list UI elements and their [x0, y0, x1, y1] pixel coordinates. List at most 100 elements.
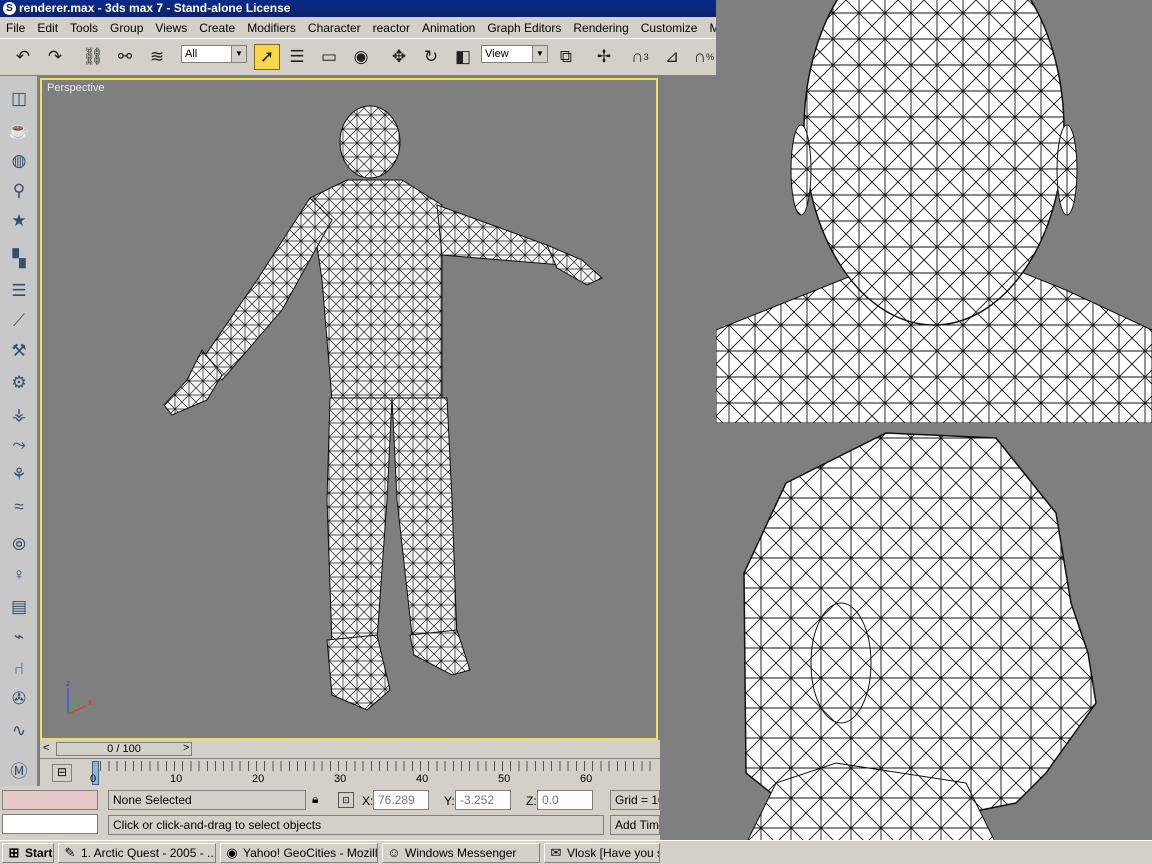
reference-coordinate-dropdown[interactable]: View ▼: [481, 45, 548, 63]
wrench-icon[interactable]: ⚒: [6, 338, 32, 364]
menu-rendering[interactable]: Rendering: [567, 21, 634, 35]
gear-icon[interactable]: ⚙: [6, 370, 32, 396]
y-label: Y:: [444, 794, 455, 808]
taskbar-item-geocities[interactable]: ◉ Yahoo! GeoCities - Mozill...: [220, 843, 378, 863]
manipulate-icon[interactable]: ✢: [591, 44, 617, 70]
camera-icon[interactable]: ⌁: [6, 624, 32, 650]
scale-icon[interactable]: ◧: [450, 44, 476, 70]
fan-icon[interactable]: ✇: [6, 686, 32, 712]
taskbar-item-arctic-quest[interactable]: ✎ 1. Arctic Quest - 2005 - ...: [58, 843, 216, 863]
tick-label: 60: [580, 773, 593, 785]
prompt-line: Click or click-and-drag to select object…: [108, 815, 604, 835]
particle-icon[interactable]: ⚘: [6, 462, 32, 488]
rotate-icon[interactable]: ↻: [418, 44, 444, 70]
messenger-icon: ☺: [387, 845, 401, 860]
objects-icon[interactable]: ◫: [6, 86, 32, 112]
main-toolbar: ↶ ↷ ⛓ ⚯ ≋ All ▼ ➚ ☰ ▭ ◉ ✥ ↻ ◧ View ▼ ⧉ ✢ ∩…: [0, 38, 716, 76]
checker-icon[interactable]: ▚: [6, 246, 32, 272]
maxscript-listener-pink[interactable]: [2, 790, 98, 810]
time-slider[interactable]: < 0 / 100 >: [40, 740, 660, 758]
menu-create[interactable]: Create: [193, 21, 241, 35]
menu-maxscript[interactable]: MAXScript: [703, 21, 716, 35]
menu-modifiers[interactable]: Modifiers: [241, 21, 302, 35]
maxscript-listener-white[interactable]: [2, 814, 98, 834]
window-crossing-icon[interactable]: ◉: [348, 44, 374, 70]
add-time-tag-button[interactable]: Add Time: [610, 815, 660, 835]
select-object-icon[interactable]: ➚: [254, 44, 280, 70]
track-ticks: [92, 761, 658, 771]
light-icon[interactable]: ⚲: [6, 178, 32, 204]
time-next-button[interactable]: >: [183, 742, 189, 754]
move-icon[interactable]: ✥: [386, 44, 412, 70]
status-bar: None Selected 🔒︎ ⊡ X: 76.289 Y: -3.252 Z…: [0, 786, 660, 840]
redo-icon[interactable]: ↷: [42, 44, 68, 70]
title-bar[interactable]: Srenderer.max - 3ds max 7 - Stand-alone …: [0, 0, 716, 17]
tick-label: 0: [90, 773, 97, 785]
snap-toggle-icon[interactable]: ∩ 3: [627, 44, 653, 70]
select-and-link-icon[interactable]: ⛓: [80, 44, 106, 70]
undo-icon[interactable]: ↶: [10, 44, 36, 70]
menu-graph-editors[interactable]: Graph Editors: [481, 21, 567, 35]
time-slider-handle[interactable]: 0 / 100: [56, 742, 192, 756]
menu-customize[interactable]: Customize: [635, 21, 704, 35]
menu-tools[interactable]: Tools: [64, 21, 104, 35]
unlink-icon[interactable]: ⚯: [112, 44, 138, 70]
star-icon[interactable]: ★: [6, 208, 32, 234]
menu-views[interactable]: Views: [149, 21, 193, 35]
select-by-name-icon[interactable]: ☰: [284, 44, 310, 70]
angle-snap-icon[interactable]: ⊿: [659, 44, 685, 70]
biped-icon[interactable]: ♀: [6, 562, 32, 588]
z-coordinate-field[interactable]: 0.0: [537, 790, 593, 810]
sphere-icon[interactable]: ◍: [6, 148, 32, 174]
chair-icon[interactable]: ⑁: [6, 656, 32, 682]
time-prev-button[interactable]: <: [43, 742, 49, 754]
menu-character[interactable]: Character: [302, 21, 367, 35]
rectangle-selection-icon[interactable]: ▭: [316, 44, 342, 70]
track-bar[interactable]: ⊟ 0 10 20 30 40 50 60: [40, 758, 660, 786]
bind-space-warp-icon[interactable]: ≋: [144, 44, 170, 70]
lock-icon[interactable]: 🔒︎: [312, 792, 318, 807]
axis-tripod: z x y: [66, 679, 92, 715]
pivot-center-icon[interactable]: ⧉: [553, 44, 579, 70]
menu-group[interactable]: Group: [104, 21, 149, 35]
absolute-mode-icon[interactable]: ⊡: [338, 792, 354, 808]
windows-logo-icon: ⊞: [8, 845, 20, 860]
wave-icon[interactable]: ≈: [6, 494, 32, 520]
y-coordinate-field[interactable]: -3.252: [455, 790, 511, 810]
percent-snap-icon[interactable]: ∩%: [691, 44, 717, 70]
x-coordinate-field[interactable]: 76.289: [373, 790, 429, 810]
chevron-down-icon: ▼: [231, 46, 246, 62]
tick-label: 50: [498, 773, 511, 785]
grid-size: Grid = 10: [610, 790, 660, 810]
chevron-down-icon: ▼: [532, 46, 547, 62]
bird-icon[interactable]: ⤳: [6, 432, 32, 458]
tick-label: 40: [416, 773, 429, 785]
max-script-icon[interactable]: Ⓜ: [6, 756, 32, 782]
taskbar-item-messenger[interactable]: ☺ Windows Messenger: [382, 843, 540, 863]
bone-icon[interactable]: ⟋: [6, 308, 32, 334]
menu-animation[interactable]: Animation: [416, 21, 481, 35]
torus-icon[interactable]: ⦾: [6, 532, 32, 558]
svg-text:x: x: [88, 698, 92, 707]
menu-edit[interactable]: Edit: [31, 21, 64, 35]
hierarchy-icon[interactable]: ⚶: [6, 402, 32, 428]
menu-bar: File Edit Tools Group Views Create Modif…: [0, 17, 716, 38]
character-wireframe: z x y: [66, 105, 603, 715]
tick-label: 30: [334, 773, 347, 785]
curve-editor-icon[interactable]: ⊟: [52, 764, 72, 782]
start-button[interactable]: ⊞ Start: [2, 843, 54, 863]
perspective-viewport[interactable]: Perspective z x y: [40, 78, 658, 740]
taskbar-item-vlosk[interactable]: ✉ Vlosk [Have you se: [544, 843, 660, 863]
menu-reactor[interactable]: reactor: [367, 21, 416, 35]
window-title: renderer.max - 3ds max 7 - Stand-alone L…: [19, 1, 291, 15]
notepad-icon: ✎: [64, 845, 76, 860]
z-label: Z:: [526, 794, 537, 808]
cloth-icon[interactable]: ▤: [6, 594, 32, 620]
curve-icon[interactable]: ∿: [6, 718, 32, 744]
selection-filter-dropdown[interactable]: All ▼: [181, 45, 247, 63]
menu-file[interactable]: File: [0, 21, 31, 35]
layers-icon[interactable]: ☰: [6, 278, 32, 304]
teapot-icon[interactable]: ☕: [6, 118, 32, 144]
face-side-render: [716, 423, 1152, 864]
tick-label: 10: [170, 773, 183, 785]
